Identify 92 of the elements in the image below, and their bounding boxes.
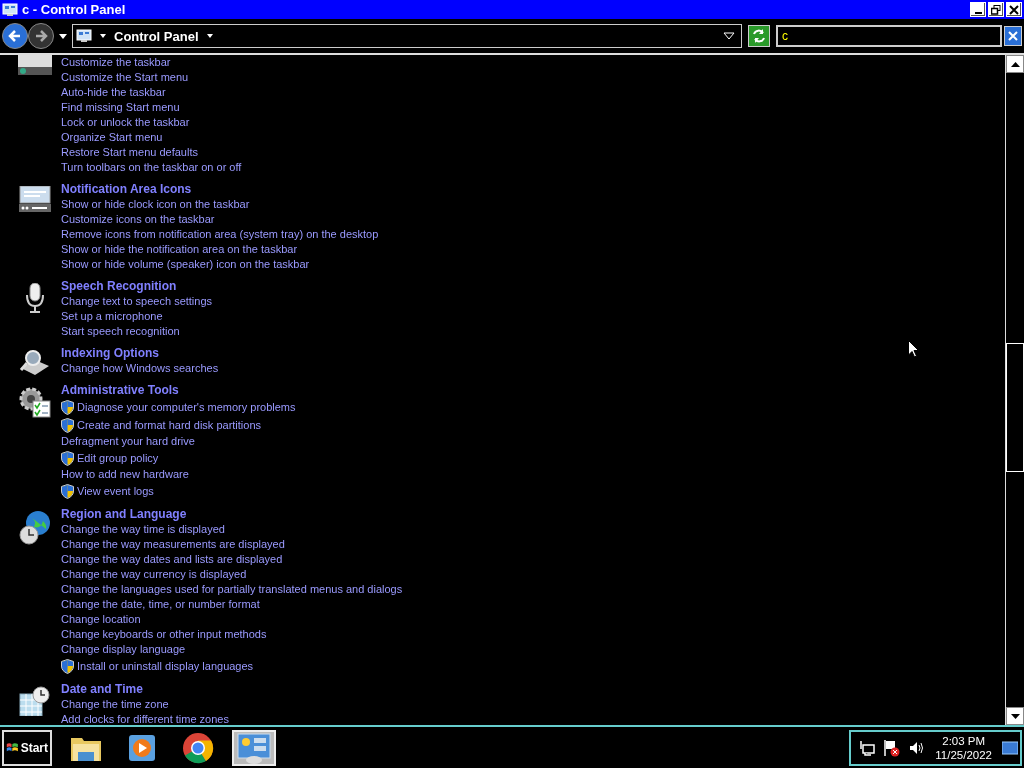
- minimize-icon: [974, 11, 982, 14]
- category-heading[interactable]: Notification Area Icons: [61, 182, 379, 197]
- network-icon[interactable]: [859, 739, 876, 756]
- task-link[interactable]: Lock or unlock the taskbar: [61, 115, 190, 130]
- clear-search-button[interactable]: [1004, 26, 1022, 46]
- task-link[interactable]: Set up a microphone: [61, 309, 163, 324]
- indexing-icon: [19, 350, 51, 376]
- flag-error-icon[interactable]: [883, 738, 902, 757]
- category-heading[interactable]: Indexing Options: [61, 346, 219, 361]
- task-link[interactable]: Remove icons from notification area (system tray) on the desktop: [61, 227, 379, 242]
- start-button[interactable]: Start: [2, 729, 52, 766]
- task-link[interactable]: Change the way measurements are displayed: [61, 537, 285, 552]
- clock[interactable]: 2:03 PM 11/25/2022: [933, 733, 994, 762]
- task-link[interactable]: Install or uninstall display languages: [61, 657, 254, 675]
- caret-icon[interactable]: [206, 34, 213, 38]
- window-title: c - Control Panel: [22, 2, 126, 17]
- task-link[interactable]: Add clocks for different time zones: [61, 712, 229, 725]
- calendar-clock-icon: [19, 686, 51, 716]
- category-heading[interactable]: Region and Language: [61, 507, 403, 522]
- close-icon: [1009, 4, 1019, 15]
- restore-icon: [991, 4, 1001, 15]
- shield-icon: [61, 450, 74, 466]
- taskbar-app-button[interactable]: [232, 729, 276, 766]
- task-link[interactable]: Change how Windows searches: [61, 361, 219, 376]
- task-link[interactable]: Change location: [61, 612, 141, 627]
- task-link[interactable]: Change the date, time, or number format: [61, 597, 260, 612]
- shield-icon: [61, 399, 74, 415]
- task-link[interactable]: Diagnose your computer's memory problems: [61, 398, 296, 416]
- task-link[interactable]: Auto-hide the taskbar: [61, 85, 166, 100]
- media-player-icon: [128, 733, 156, 762]
- task-link[interactable]: Change keyboards or other input methods: [61, 627, 267, 642]
- microphone-icon: [26, 283, 44, 313]
- back-button[interactable]: [2, 23, 28, 49]
- task-link[interactable]: How to add new hardware: [61, 467, 189, 482]
- category-heading[interactable]: Date and Time: [61, 682, 229, 697]
- control-panel-icon: [76, 29, 92, 43]
- search-field[interactable]: c: [776, 25, 1002, 47]
- clock-date: 11/25/2022: [935, 747, 992, 762]
- task-link[interactable]: Create and format hard disk partitions: [61, 416, 262, 434]
- breadcrumb[interactable]: Control Panel: [114, 28, 199, 44]
- task-link[interactable]: Organize Start menu: [61, 130, 163, 145]
- task-link[interactable]: Change the way time is displayed: [61, 522, 225, 537]
- task-link[interactable]: Show or hide clock icon on the taskbar: [61, 197, 250, 212]
- mouse-pointer-icon: [908, 340, 919, 358]
- shield-icon: [61, 417, 74, 433]
- refresh-icon: [751, 28, 767, 44]
- task-link[interactable]: Change display language: [61, 642, 186, 657]
- scroll-down-icon[interactable]: [1010, 713, 1020, 719]
- refresh-button[interactable]: [748, 25, 770, 47]
- task-link[interactable]: Restore Start menu defaults: [61, 145, 198, 160]
- shield-icon: [61, 483, 74, 499]
- task-link[interactable]: Defragment your hard drive: [61, 434, 195, 449]
- task-link[interactable]: Show or hide volume (speaker) icon on the taskbar: [61, 257, 310, 272]
- task-link[interactable]: Edit group policy: [61, 449, 159, 467]
- dropdown-icon[interactable]: [723, 32, 735, 40]
- shield-icon: [61, 658, 74, 674]
- address-bar[interactable]: Control Panel: [72, 24, 742, 48]
- caret-icon[interactable]: [59, 33, 67, 39]
- task-link[interactable]: Customize the taskbar: [61, 55, 171, 70]
- task-link[interactable]: View event logs: [61, 482, 154, 500]
- task-link[interactable]: Customize the Start menu: [61, 70, 189, 85]
- browser-icon: [182, 731, 214, 764]
- task-link[interactable]: Start speech recognition: [61, 324, 180, 339]
- clock-time: 2:03 PM: [942, 733, 986, 748]
- task-link[interactable]: Change the languages used for partially translated menus and dialogs: [61, 582, 403, 597]
- close-button[interactable]: [1006, 2, 1022, 17]
- globe-clock-icon: [19, 511, 51, 545]
- caret-icon[interactable]: [100, 34, 106, 38]
- task-link[interactable]: Find missing Start menu: [61, 100, 180, 115]
- forward-button[interactable]: [28, 23, 54, 49]
- category-heading[interactable]: Administrative Tools: [61, 383, 296, 398]
- task-link[interactable]: Customize icons on the taskbar: [61, 212, 215, 227]
- administrative-tools-icon: [19, 387, 51, 419]
- scrollbar[interactable]: [1005, 55, 1024, 725]
- close-icon: [1008, 31, 1018, 41]
- task-link[interactable]: Turn toolbars on the taskbar on or off: [61, 160, 242, 175]
- scrollbar-thumb[interactable]: [1006, 343, 1024, 472]
- control-panel-icon: [236, 731, 272, 764]
- task-link[interactable]: Change the time zone: [61, 697, 169, 712]
- minimize-button[interactable]: [970, 2, 986, 17]
- back-arrow-icon: [7, 28, 23, 44]
- forward-arrow-icon: [33, 28, 49, 44]
- scroll-up-icon[interactable]: [1010, 61, 1020, 67]
- restore-button[interactable]: [988, 2, 1004, 17]
- task-link[interactable]: Change text to speech settings: [61, 294, 213, 309]
- task-link[interactable]: Change the way dates and lists are displayed: [61, 552, 283, 567]
- notification-area-icon: [19, 186, 51, 212]
- show-desktop-icon[interactable]: [1002, 740, 1018, 755]
- control-panel-icon: [2, 2, 18, 17]
- task-link[interactable]: Change the way currency is displayed: [61, 567, 247, 582]
- task-link[interactable]: Show or hide the notification area on the taskbar: [61, 242, 298, 257]
- category-heading[interactable]: Speech Recognition: [61, 279, 213, 294]
